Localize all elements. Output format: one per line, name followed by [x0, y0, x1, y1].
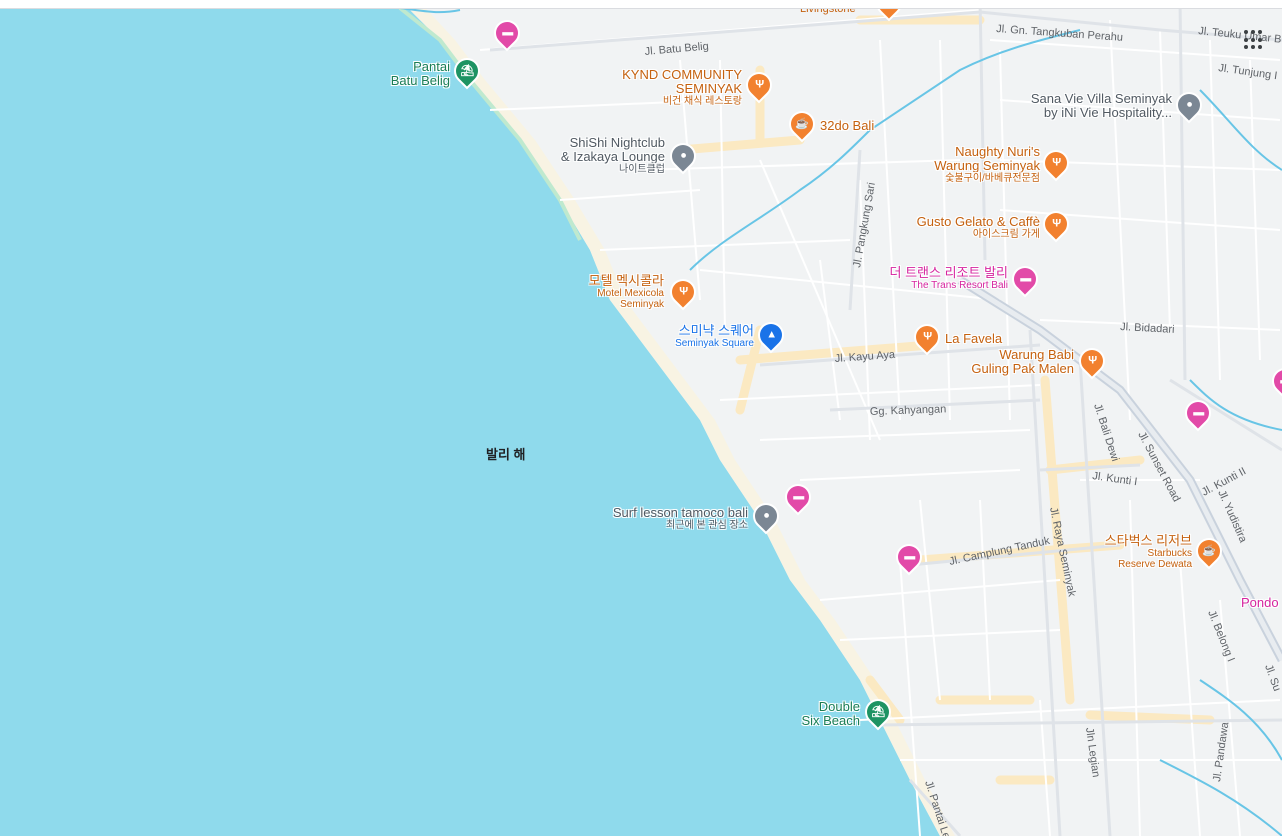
apps-grid-dot: [1251, 45, 1255, 50]
apps-grid-dot: [1244, 45, 1248, 50]
place-label-pantai-batu-belig: Pantai Batu Belig: [378, 60, 450, 88]
place-title: Warung Babi Guling Pak Malen: [971, 347, 1074, 376]
place-subtitle: Starbucks Reserve Dewata: [1118, 548, 1192, 570]
place-subtitle: 숯불구이/바베큐전문점: [945, 173, 1040, 184]
place-label-shishi: ShiShi Nightclub & Izakaya Lounge 나이트클럽: [520, 135, 665, 176]
place-title: Naughty Nuri's Warung Seminyak: [934, 144, 1040, 173]
map-base-layer: Jl. Batu Belig Jl. Gn. Tangkuban Perahu …: [0, 0, 1282, 836]
place-label-pondo[interactable]: Pondo: [1241, 596, 1279, 610]
place-title: La Favela: [945, 331, 1003, 346]
apps-grid-dot: [1244, 37, 1248, 42]
place-subtitle: 최근에 본 관심 장소: [666, 520, 748, 531]
place-subtitle: Seminyak Square: [675, 338, 754, 349]
place-label-motel-mexicola: 모텔 멕시콜라 Motel Mexicola Seminyak: [568, 273, 664, 311]
place-title: Pantai Batu Belig: [390, 59, 450, 88]
place-label-double-six: Double Six Beach: [786, 700, 860, 728]
place-label-gusto: Gusto Gelato & Caffè 아이스크림 가게: [890, 214, 1040, 241]
place-label-32do: 32do Bali: [820, 119, 874, 133]
apps-grid-dot: [1244, 30, 1248, 34]
map-canvas[interactable]: Jl. Batu Belig Jl. Gn. Tangkuban Perahu …: [0, 0, 1282, 836]
place-subtitle: Motel Mexicola Seminyak: [597, 288, 664, 310]
place-label-la-favela: La Favela: [945, 332, 1002, 346]
place-subtitle: 아이스크림 가게: [972, 229, 1040, 240]
place-title: 모텔 멕시콜라: [588, 273, 664, 288]
place-subtitle: 나이트클럽: [619, 164, 665, 175]
place-title: Double Six Beach: [801, 699, 860, 728]
apps-grid-button[interactable]: [1244, 30, 1264, 50]
place-title: ShiShi Nightclub & Izakaya Lounge: [560, 135, 665, 164]
place-title: Surf lesson tamoco bali: [612, 505, 748, 520]
place-subtitle: The Trans Resort Bali: [911, 280, 1008, 291]
place-title: Gusto Gelato & Caffè: [916, 214, 1040, 229]
top-bar: [0, 0, 1282, 9]
place-label-seminyak-square: 스미냑 스퀘어 Seminyak Square: [650, 323, 754, 350]
place-label-trans-resort: 더 트랜스 리조트 발리 The Trans Resort Bali: [860, 265, 1008, 292]
sea-label: 발리 해: [486, 447, 526, 462]
apps-grid-dot: [1258, 30, 1262, 34]
place-label-kynd: KYND COMMUNITY SEMINYAK 비건 채식 레스토랑: [600, 67, 742, 108]
place-title: KYND COMMUNITY SEMINYAK: [622, 67, 742, 96]
place-title: 스미냑 스퀘어: [678, 323, 754, 338]
place-label-warung-babi: Warung Babi Guling Pak Malen: [950, 348, 1074, 376]
apps-grid-dot: [1251, 30, 1255, 34]
place-label-naughty-nuris: Naughty Nuri's Warung Seminyak 숯불구이/바베큐전…: [900, 144, 1040, 185]
place-label-surf-lesson: Surf lesson tamoco bali 최근에 본 관심 장소: [590, 505, 748, 532]
place-label-sana-vie: Sana Vie Villa Seminyak by iNi Vie Hospi…: [1010, 92, 1172, 120]
apps-grid-dot: [1258, 37, 1262, 42]
place-title: 더 트랜스 리조트 발리: [889, 265, 1008, 280]
place-title: Sana Vie Villa Seminyak by iNi Vie Hospi…: [1030, 91, 1172, 120]
apps-grid-dot: [1258, 45, 1262, 50]
place-title: 32do Bali: [820, 118, 875, 133]
place-title: 스타벅스 리저브: [1104, 533, 1192, 548]
place-label-starbucks: 스타벅스 리저브 Starbucks Reserve Dewata: [1080, 533, 1192, 571]
apps-grid-dot: [1251, 37, 1255, 42]
place-subtitle: 비건 채식 레스토랑: [662, 96, 742, 107]
place-title: Pondo: [1241, 595, 1279, 610]
